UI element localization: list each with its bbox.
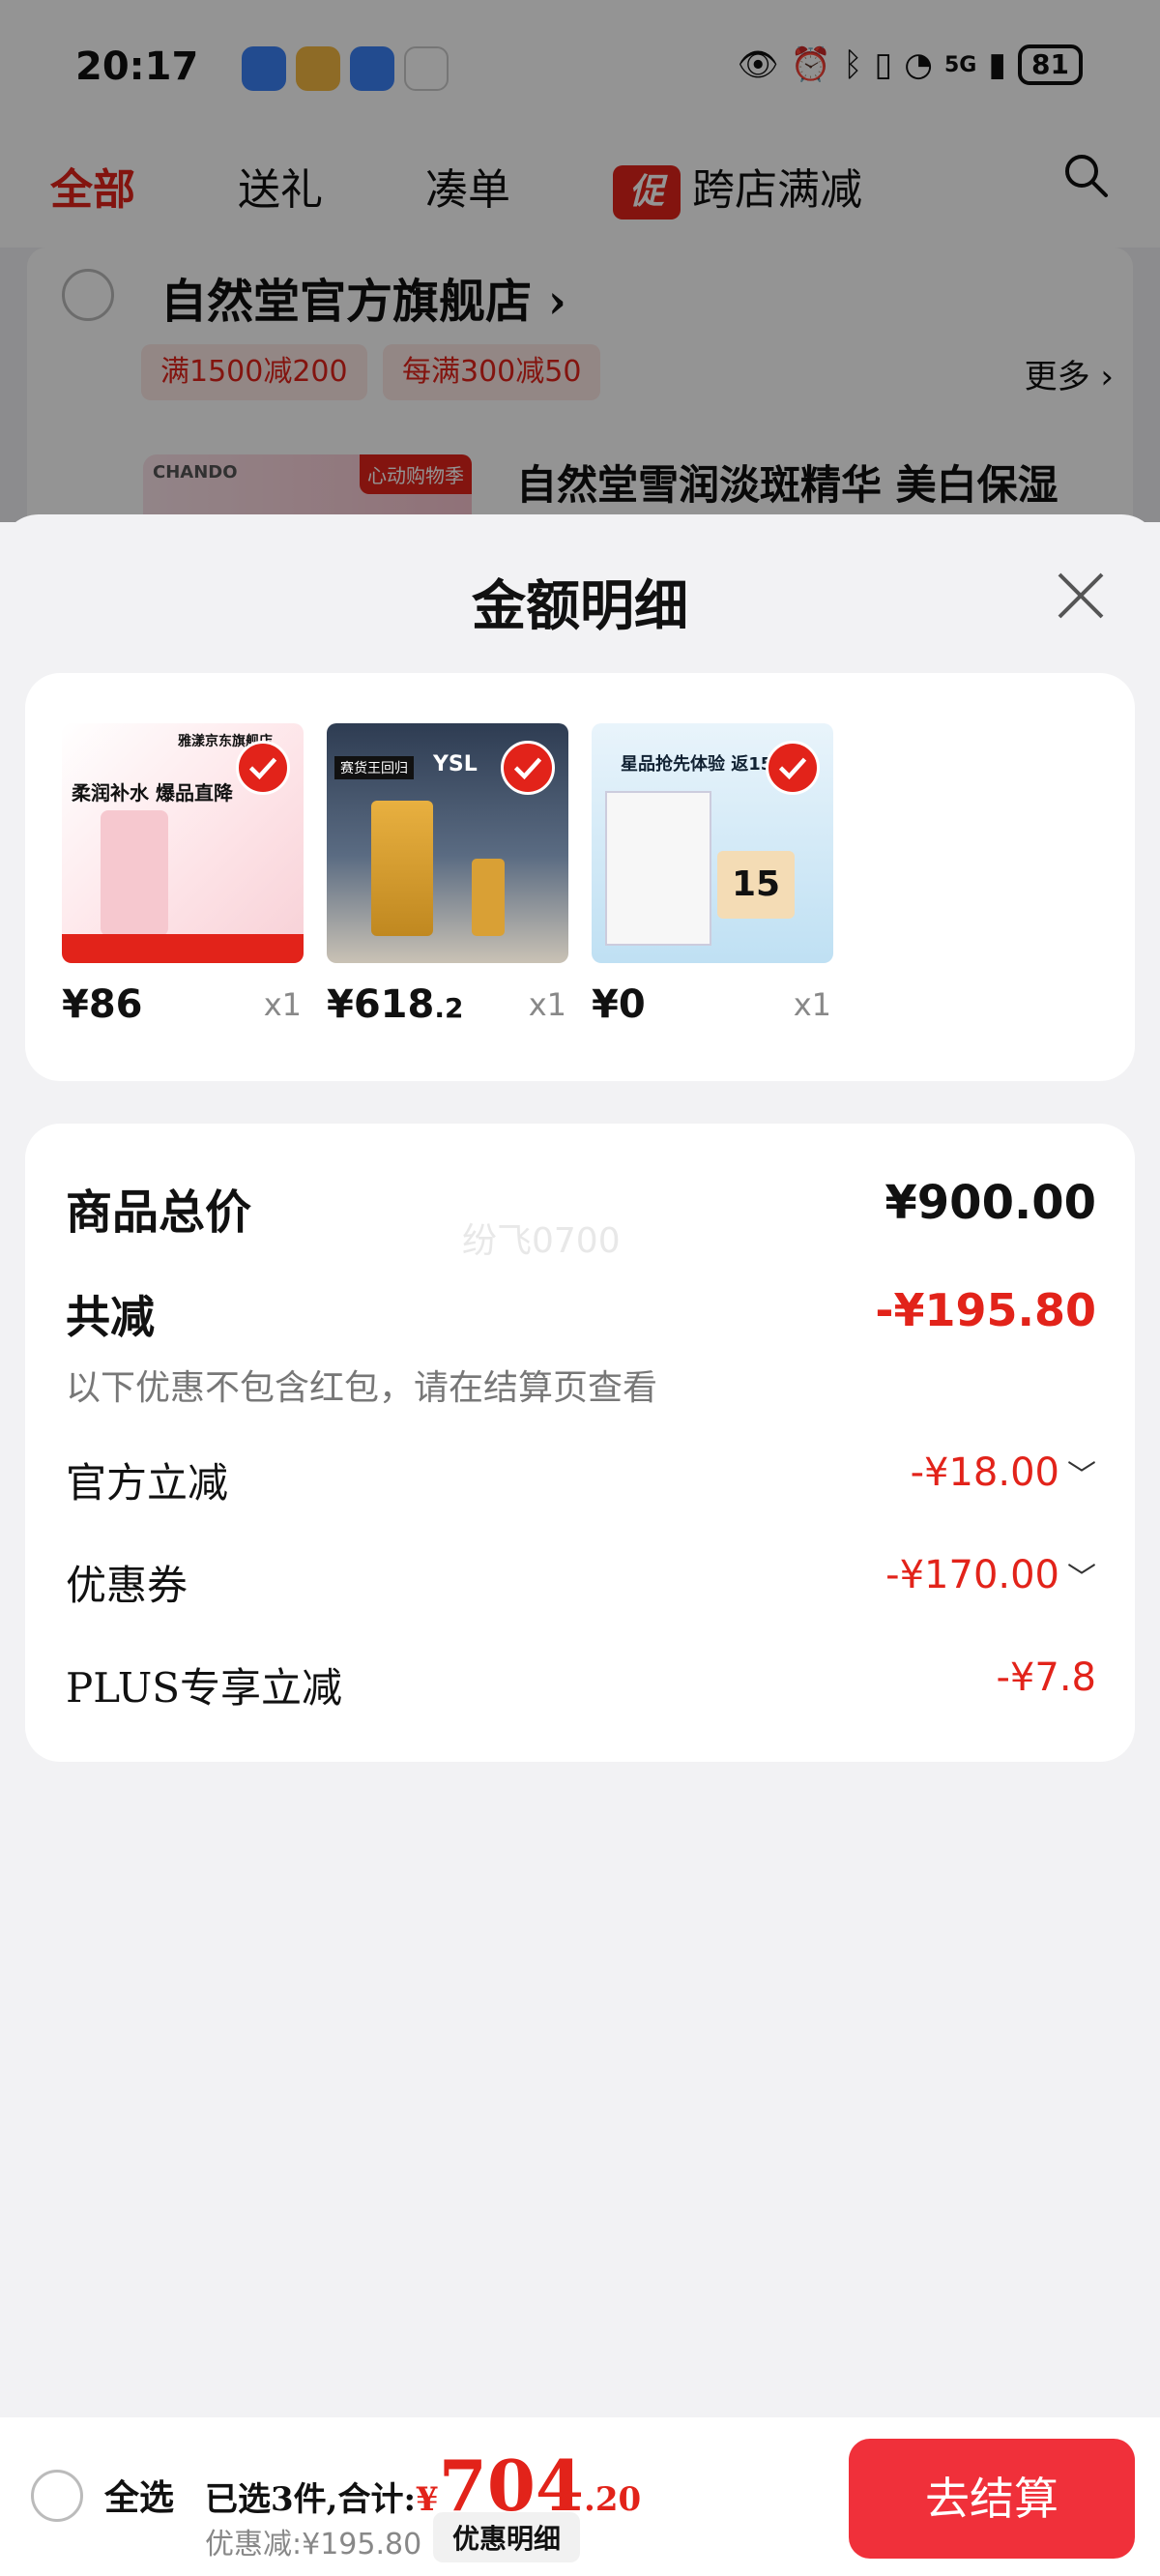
- item-sample-pack: [605, 791, 711, 946]
- item-bottle: [371, 801, 433, 936]
- price-summary-card: 纷飞0700 商品总价 ¥900.00 共减 -¥195.80 以下优惠不包含红…: [25, 1124, 1135, 1762]
- plus-discount-value: -¥7.8: [996, 1655, 1097, 1700]
- item-image: 赛货王回归 YSL: [327, 723, 568, 963]
- item-quantity: x1: [793, 986, 831, 1023]
- item-card[interactable]: 雅漾京东旗舰店 柔润补水 爆品直降 ¥86 x1: [62, 723, 304, 1027]
- item-image-text: YSL: [433, 752, 478, 776]
- item-card[interactable]: 星品抢先体验 返15元 15 ¥0 x1: [592, 723, 833, 1027]
- reduction-note: 以下优惠不包含红包，请在结算页查看: [66, 1368, 658, 1408]
- item-card[interactable]: 赛货王回归 YSL ¥618.2 x1: [327, 723, 568, 1027]
- item-checked-icon[interactable]: [501, 741, 555, 795]
- close-icon[interactable]: [1052, 567, 1110, 625]
- item-rebate-tag: 15: [717, 851, 795, 919]
- select-all-label[interactable]: 全选: [104, 2470, 174, 2520]
- plus-discount-label: PLUS专享立减: [66, 1664, 343, 1712]
- item-price-decimal: .2: [434, 992, 464, 1024]
- item-image-text: 柔润补水 爆品直降: [72, 781, 233, 805]
- chevron-down-icon[interactable]: ﹀: [1067, 1562, 1096, 1595]
- selected-items-card: 雅漾京东旗舰店 柔润补水 爆品直降 ¥86 x1 赛货王回归 YSL ¥618.…: [25, 673, 1135, 1081]
- discount-detail-button[interactable]: 优惠明细: [433, 2512, 581, 2562]
- item-image-store: 赛货王回归: [334, 756, 414, 779]
- item-checked-icon[interactable]: [766, 741, 820, 795]
- total-decimal: .20: [584, 2480, 642, 2519]
- chevron-down-icon[interactable]: ﹀: [1067, 1459, 1096, 1493]
- total-price-label: 商品总价: [66, 1186, 252, 1240]
- item-price: ¥618.2: [327, 982, 463, 1027]
- checkout-button[interactable]: 去结算: [849, 2439, 1135, 2559]
- dim-overlay[interactable]: [0, 0, 1160, 522]
- item-price-main: ¥618: [327, 982, 435, 1027]
- total-currency: ¥: [416, 2480, 439, 2519]
- official-discount-amount: -¥18.00: [910, 1450, 1059, 1495]
- official-discount-label: 官方立减: [66, 1459, 229, 1507]
- select-all-radio[interactable]: [31, 2470, 83, 2522]
- item-quantity: x1: [263, 986, 302, 1023]
- item-checked-icon[interactable]: [236, 741, 290, 795]
- item-image-text: 星品抢先体验 返15元: [621, 754, 791, 775]
- discount-summary: 优惠减:¥195.80: [205, 2528, 422, 2561]
- watermark: 纷飞0700: [462, 1221, 621, 1261]
- sheet-title: 金额明细: [472, 574, 688, 638]
- item-image: 星品抢先体验 返15元 15: [592, 723, 833, 963]
- item-quantity: x1: [528, 986, 566, 1023]
- item-image: 雅漾京东旗舰店 柔润补水 爆品直降: [62, 723, 304, 963]
- item-price-strip: [62, 934, 304, 963]
- coupon-label: 优惠券: [66, 1562, 188, 1609]
- official-discount-value[interactable]: -¥18.00 ﹀: [911, 1450, 1096, 1495]
- amount-detail-sheet: 金额明细 雅漾京东旗舰店 柔润补水 爆品直降 ¥86 x1 赛货王回归 YSL: [0, 514, 1160, 2576]
- coupon-amount: -¥170.00: [885, 1553, 1059, 1597]
- total-price-value: ¥900.00: [884, 1176, 1096, 1230]
- selected-count-text: 已选3件,合计:: [205, 2480, 417, 2519]
- item-price: ¥0: [592, 982, 646, 1027]
- item-bottle: [101, 810, 168, 936]
- checkout-bar: 全选 已选3件,合计:¥704.20 优惠减:¥195.80 优惠明细 去结算: [0, 2417, 1160, 2576]
- item-price: ¥86: [62, 982, 143, 1027]
- item-bottle-small: [472, 859, 505, 936]
- coupon-value[interactable]: -¥170.00 ﹀: [885, 1553, 1096, 1597]
- reduction-value: -¥195.80: [875, 1284, 1096, 1336]
- reduction-label: 共减: [66, 1291, 155, 1343]
